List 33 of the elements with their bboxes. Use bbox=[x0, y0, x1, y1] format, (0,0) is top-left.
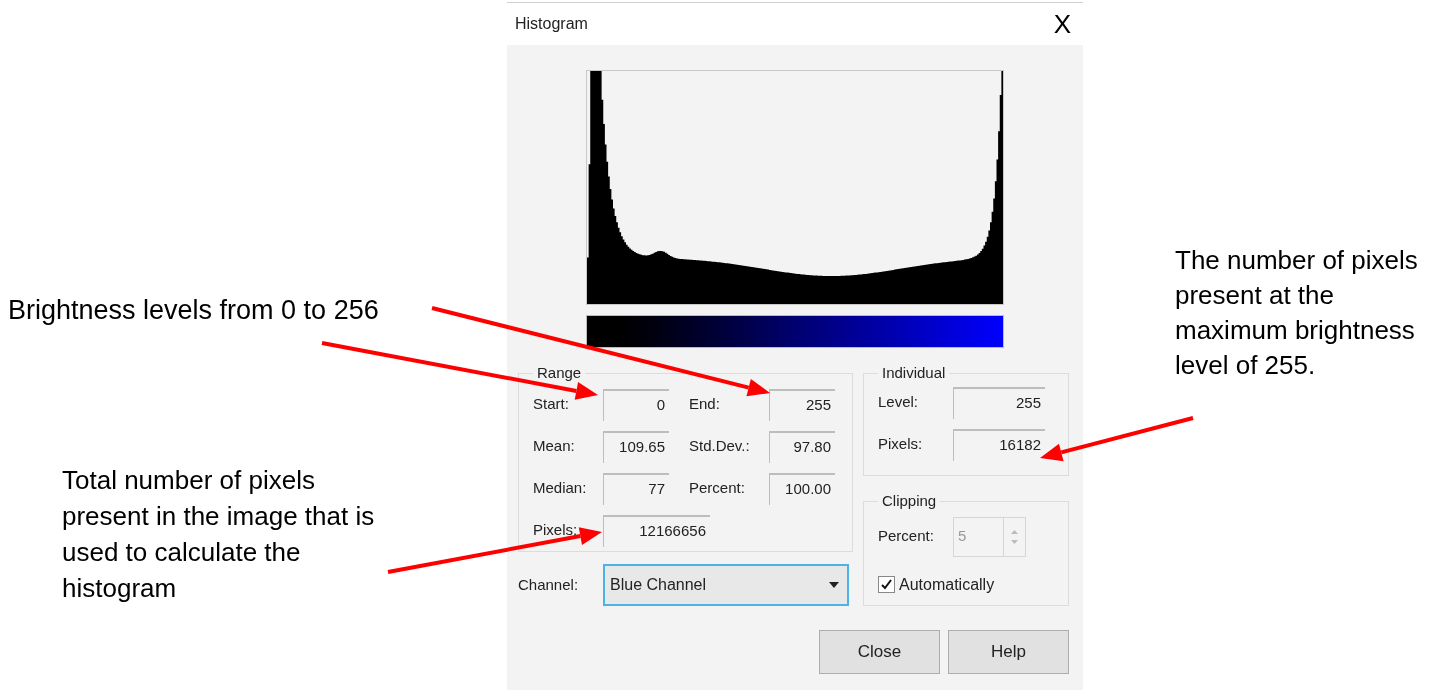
field-label: Percent: bbox=[878, 526, 935, 547]
annotation-text: Total number of pixels present in the image that is used to calculate the histogram bbox=[62, 464, 376, 605]
window-title: Histogram bbox=[515, 14, 588, 34]
dialog-button[interactable]: Close bbox=[819, 630, 940, 674]
value-field: 255 bbox=[953, 386, 1045, 419]
value-field: 109.65 bbox=[603, 430, 669, 463]
title-bar-x-button[interactable]: X bbox=[1053, 11, 1071, 37]
checkbox-label: Automatically bbox=[899, 574, 995, 595]
field-label: Std.Dev.: bbox=[689, 436, 751, 457]
field-label: Percent: bbox=[689, 478, 746, 499]
field-label: Median: bbox=[533, 478, 588, 499]
value-field: 255 bbox=[769, 388, 835, 421]
dialog-button[interactable]: Help bbox=[948, 630, 1069, 674]
field-label: Start: bbox=[533, 394, 570, 415]
field-label: Channel: bbox=[518, 574, 580, 595]
group-title: Individual bbox=[881, 363, 947, 383]
channel-dropdown[interactable]: Blue Channel bbox=[603, 564, 849, 606]
value-field: 16182 bbox=[953, 428, 1045, 461]
value-field: 100.00 bbox=[769, 472, 835, 505]
dropdown-caret-icon bbox=[829, 582, 839, 588]
field-label: Pixels: bbox=[878, 434, 924, 455]
group-title: Clipping bbox=[881, 491, 938, 511]
annotation-text: The number of pixels present at the maximum brightness level of 255. bbox=[1175, 244, 1419, 382]
annotation-text: Brightness levels from 0 to 256 bbox=[8, 294, 379, 327]
value-field: 0 bbox=[603, 388, 669, 421]
group-title: Range bbox=[536, 363, 583, 383]
field-label: Pixels: bbox=[533, 520, 579, 541]
value-field: 12166656 bbox=[603, 514, 710, 547]
field-label: End: bbox=[689, 394, 721, 415]
field-label: Mean: bbox=[533, 436, 576, 457]
value-field: 77 bbox=[603, 472, 669, 505]
value-field: 97.80 bbox=[769, 430, 835, 463]
field-label: Level: bbox=[878, 392, 920, 413]
